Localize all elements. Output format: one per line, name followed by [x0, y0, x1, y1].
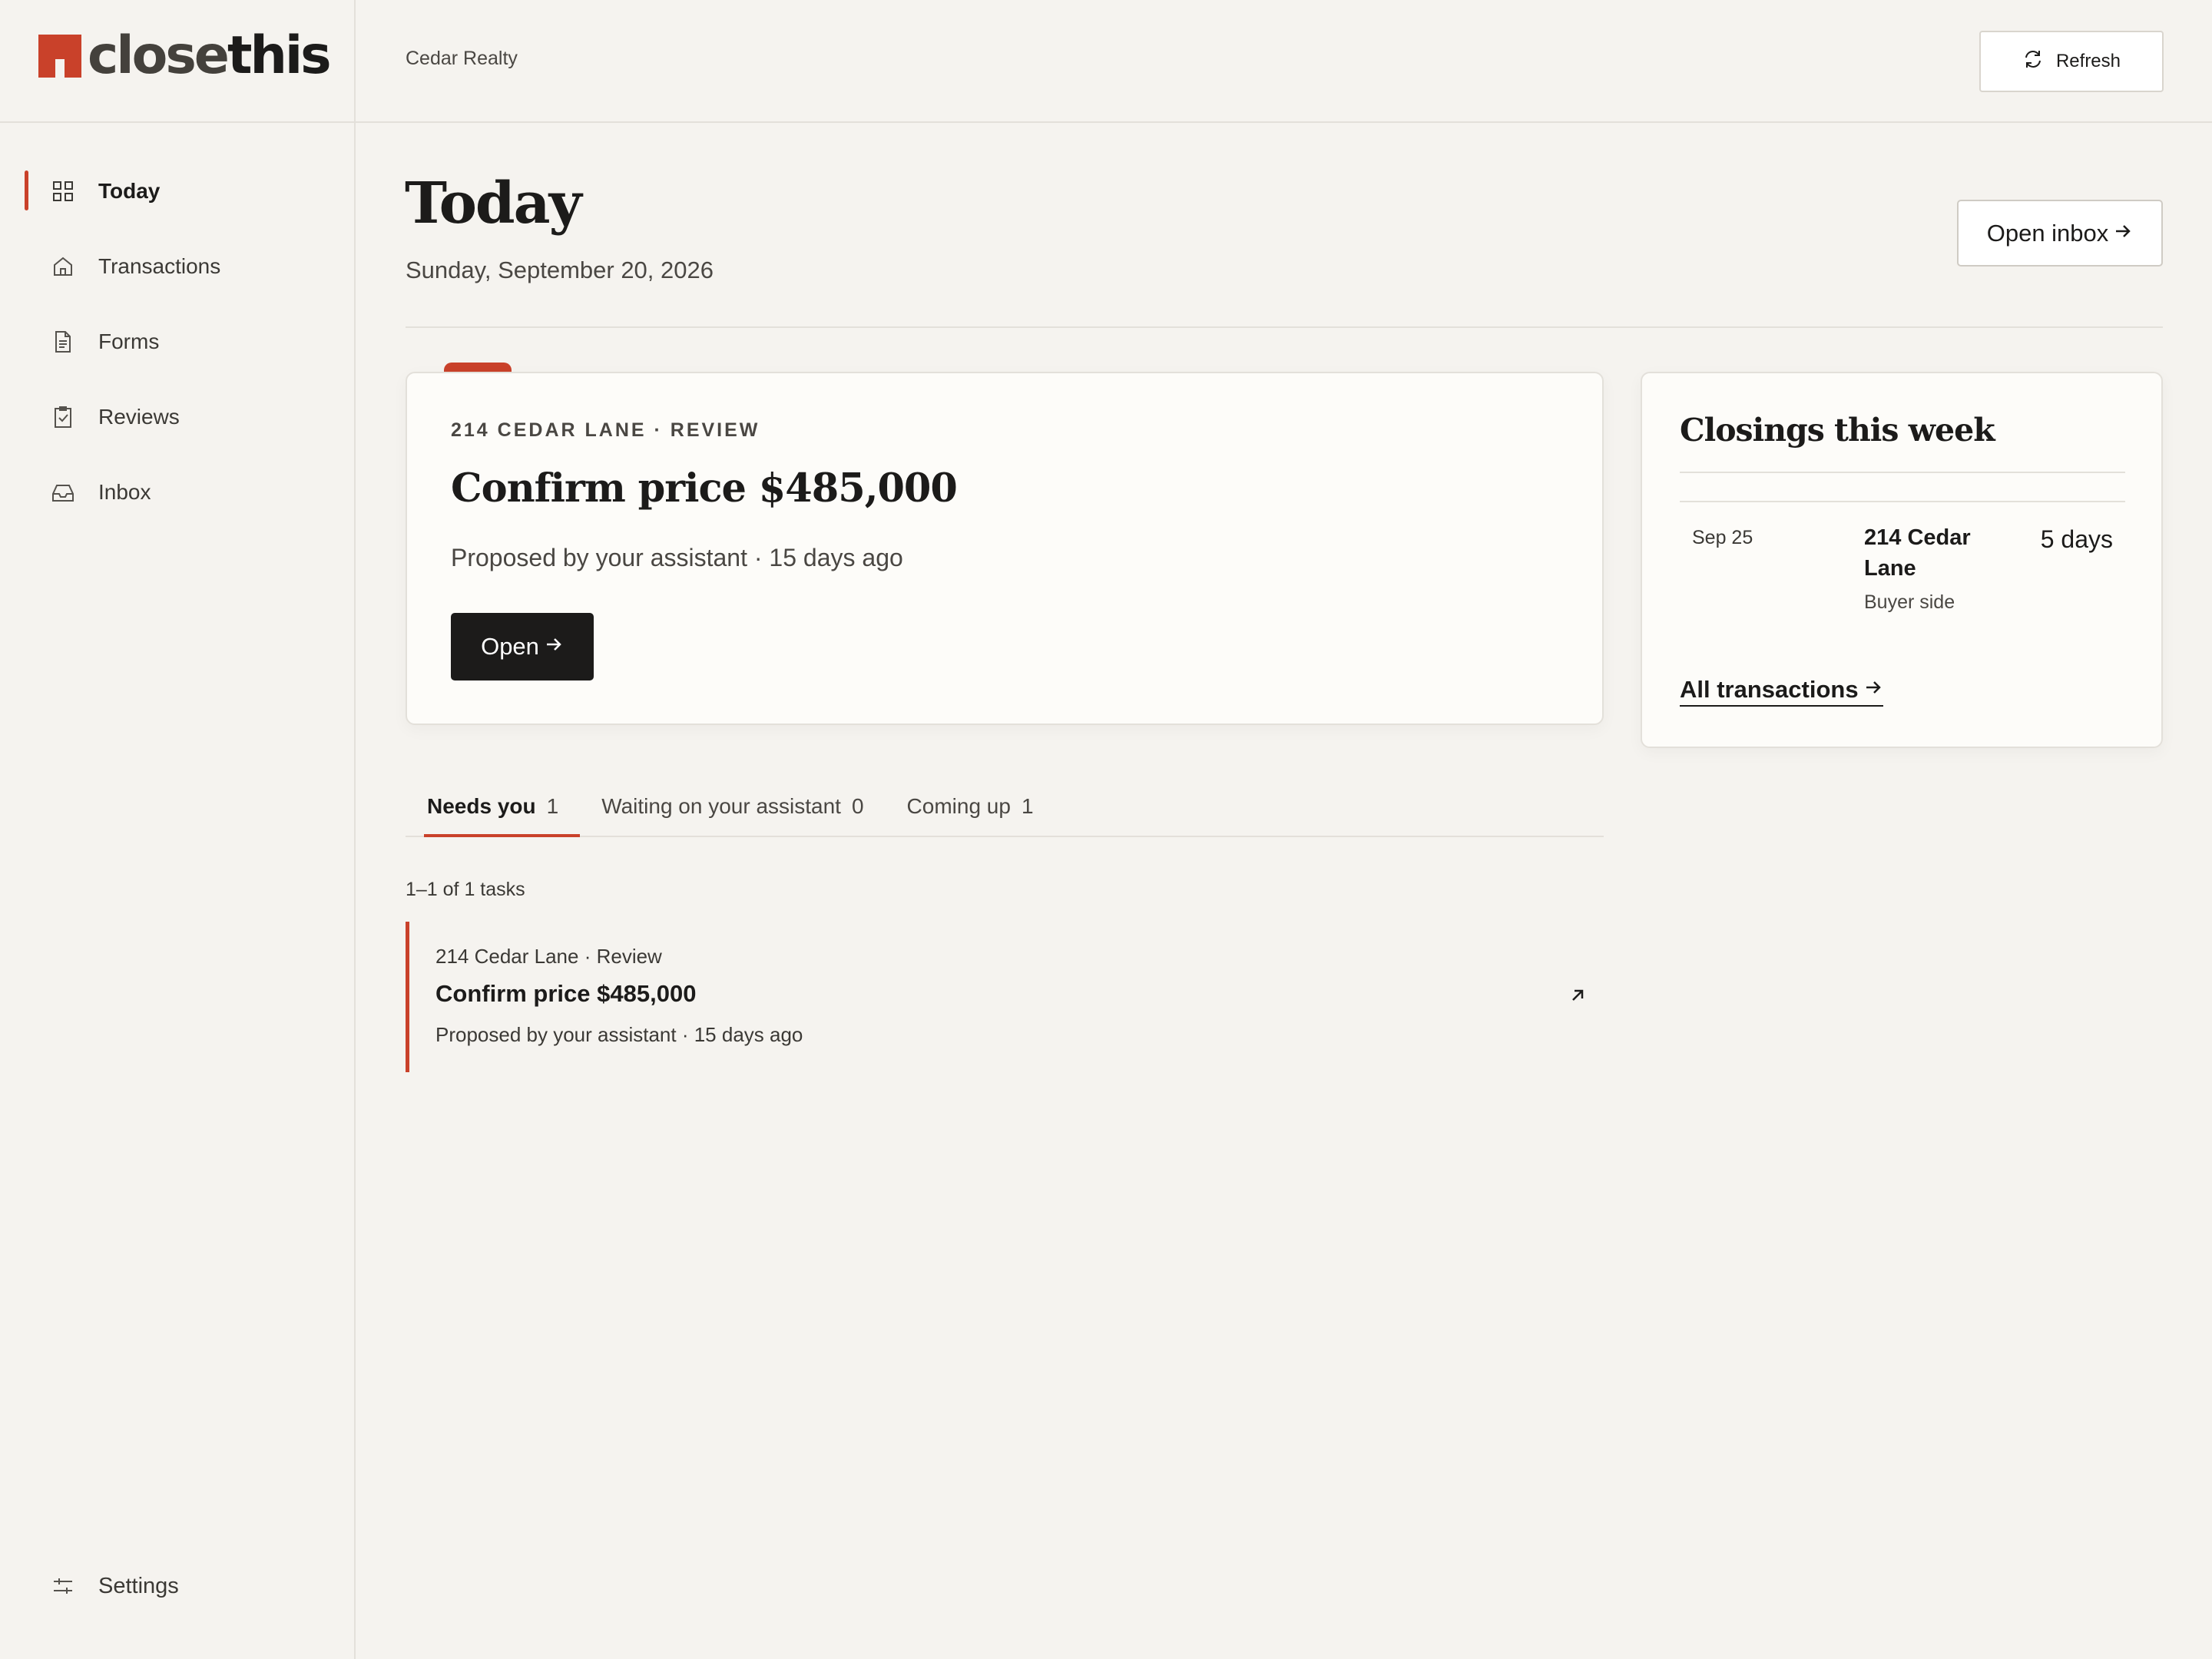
inbox-tray-icon: [51, 480, 75, 505]
sidebar-nav: Today Transactions Forms Reviews Inbox: [0, 154, 356, 530]
all-transactions-label: All transactions: [1680, 676, 1859, 703]
refresh-label: Refresh: [2055, 51, 2121, 71]
sidebar-item-reviews[interactable]: Reviews: [0, 379, 356, 455]
closing-side: Buyer side: [1864, 591, 1955, 613]
closing-date: Sep 25: [1692, 527, 1753, 548]
refresh-icon: [2022, 48, 2044, 75]
all-transactions-link[interactable]: All transactions: [1680, 676, 1883, 707]
task-subtitle: Proposed by your assistant · 15 days ago: [435, 1023, 803, 1046]
featured-open-button[interactable]: Open: [451, 613, 594, 680]
brand-suffix: this: [227, 25, 332, 86]
featured-task-title: Confirm price $485,000: [451, 465, 958, 512]
tab-label: Waiting on your assistant: [601, 794, 841, 818]
sidebar-item-label: Forms: [98, 329, 160, 353]
list-item[interactable]: 214 Cedar Lane · Review Confirm price $4…: [406, 922, 1604, 1072]
brand-wordmark: closethis: [88, 30, 332, 82]
closings-card: Closings this week Sep 25 214 Cedar Lane…: [1641, 372, 2163, 748]
task-title: Confirm price $485,000: [435, 980, 697, 1007]
tab-needs-you[interactable]: Needs you 1: [406, 777, 581, 837]
grid-icon: [51, 179, 75, 204]
arrow-right-icon: [2113, 220, 2133, 247]
tab-count: 1: [546, 794, 559, 818]
tab-coming-up[interactable]: Coming up 1: [886, 777, 1055, 836]
closing-address: 214 Cedar Lane: [1864, 525, 1971, 581]
org-name: Cedar Realty: [406, 48, 518, 69]
featured-task-subtitle: Proposed by your assistant · 15 days ago: [451, 544, 903, 571]
closings-title: Closings this week: [1680, 412, 1995, 449]
task-meta: 214 Cedar Lane · Review: [435, 945, 662, 968]
featured-task-card: 214 CEDAR LANE · REVIEW Confirm price $4…: [406, 372, 1604, 725]
sidebar-item-label: Inbox: [98, 480, 151, 504]
sidebar-item-today[interactable]: Today: [0, 154, 356, 229]
brand-logo[interactable]: closethis: [38, 29, 332, 83]
sliders-icon: [51, 1574, 75, 1598]
closings-divider: [1680, 501, 2125, 502]
sidebar: closethis Today Transactions Forms Revie…: [0, 0, 356, 1659]
house-icon: [51, 254, 75, 279]
sidebar-item-label: Reviews: [98, 405, 180, 429]
arrow-right-icon: [544, 633, 564, 661]
featured-task-kicker: 214 CEDAR LANE · REVIEW: [451, 419, 760, 441]
sidebar-item-label: Today: [98, 179, 161, 203]
document-icon: [51, 329, 75, 354]
tab-count: 1: [1021, 794, 1034, 818]
closings-divider: [1680, 472, 2125, 473]
sidebar-item-inbox[interactable]: Inbox: [0, 455, 356, 530]
task-tabs: Needs you 1 Waiting on your assistant 0 …: [406, 777, 1604, 837]
tab-count: 0: [851, 794, 864, 818]
tab-waiting-on-assistant[interactable]: Waiting on your assistant 0: [580, 777, 885, 836]
refresh-button[interactable]: Refresh: [1979, 31, 2164, 92]
tab-label: Coming up: [906, 794, 1011, 818]
task-count: 1–1 of 1 tasks: [406, 879, 525, 900]
featured-open-label: Open: [481, 633, 539, 660]
closing-days: 5 days: [2040, 525, 2113, 553]
open-inbox-button[interactable]: Open inbox: [1957, 200, 2163, 267]
sidebar-item-transactions[interactable]: Transactions: [0, 229, 356, 304]
arrow-right-icon: [1863, 676, 1883, 704]
title-divider: [406, 326, 2163, 328]
settings-label: Settings: [98, 1573, 179, 1598]
closing-row[interactable]: Sep 25 214 Cedar Lane Buyer side 5 days: [1680, 522, 2125, 630]
arrow-up-right-icon[interactable]: [1567, 985, 1588, 1006]
sidebar-item-forms[interactable]: Forms: [0, 304, 356, 379]
app-root: closethis Today Transactions Forms Revie…: [0, 0, 2212, 1659]
brand-prefix: close: [88, 25, 230, 86]
logo-mark-icon: [38, 35, 81, 78]
sidebar-item-label: Transactions: [98, 254, 221, 278]
header-divider: [0, 121, 2212, 123]
tab-label: Needs you: [427, 794, 536, 818]
open-inbox-label: Open inbox: [1986, 219, 2109, 247]
sidebar-item-settings[interactable]: Settings: [0, 1548, 356, 1624]
page-date: Sunday, September 20, 2026: [406, 257, 714, 283]
clipboard-check-icon: [51, 405, 75, 429]
page-title: Today: [405, 171, 582, 237]
